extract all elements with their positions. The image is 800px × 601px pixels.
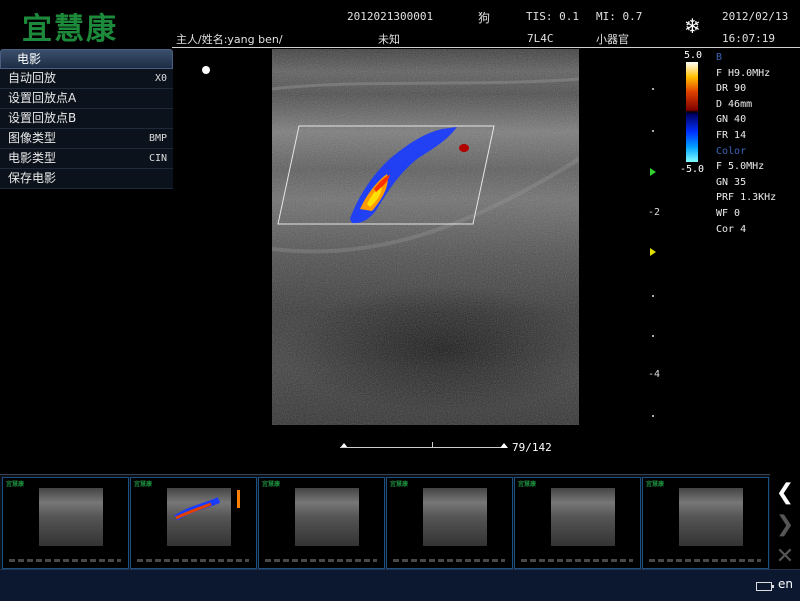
unknown-label: 未知 [378,33,400,46]
thumbnail-footer [393,559,505,562]
focus-marker [650,248,656,256]
b-param: DR 90 [716,83,747,95]
cine-slider[interactable] [340,447,506,448]
thumbnail-logo: 宜慧康 [6,481,25,488]
thumbnail-footer [265,559,377,562]
thumbnail-footer [9,559,121,562]
thumbnail-image [679,488,743,546]
color-velocity-bar [686,62,698,162]
app-logo: 宜慧康 [22,12,118,47]
menu-item-label: 保存电影 [8,171,57,185]
cine-end-marker[interactable] [500,443,508,448]
cine-menu: 电影 自动回放 X0 设置回放点A 设置回放点B 图像类型 BMP 电影类型 C… [0,49,173,189]
species-label: 狗 [478,11,491,25]
thumbnail-footer [521,559,633,562]
menu-item-value: CIN [148,153,167,164]
b-param: FR 14 [716,129,747,141]
thumbnail[interactable]: 宜慧康 [642,477,769,569]
b-param: GN 40 [716,114,747,126]
menu-item-cine-type[interactable]: 电影类型 CIN [0,149,173,169]
thumbnail-logo: 宜慧康 [646,481,665,488]
menu-item-label: 设置回放点A [8,91,77,105]
scale-tick [652,130,654,132]
depth-label: -2 [648,207,661,218]
color-param: GN 35 [716,176,747,188]
menu-item-label: 图像类型 [8,131,57,145]
menu-item-set-point-b[interactable]: 设置回放点B [0,109,173,129]
thumbnail-image [423,488,487,546]
cine-position-marker[interactable] [432,442,433,448]
thumbnail-next-button[interactable]: ❯ [772,512,798,537]
color-param: PRF 1.3KHz [716,192,777,204]
b-mode-params: B F H9.0MHz DR 90 D 46mm GN 40 FR 14 Col… [716,50,776,237]
thumbnail-strip: 宜慧康 宜慧康 宜慧康 宜慧康 宜慧康 宜慧康 [0,474,770,570]
preset-label: 小器官 [596,33,629,46]
menu-item-set-point-a[interactable]: 设置回放点A [0,89,173,109]
thumbnail-image [39,488,103,546]
speckle-texture [272,49,579,425]
menu-item-auto-playback[interactable]: 自动回放 X0 [0,69,173,89]
colorbar-max: 5.0 [684,50,703,61]
menu-item-value: BMP [148,133,167,144]
orientation-marker [202,66,210,74]
focus-marker [650,168,656,176]
mi-readout: MI: 0.7 [596,10,643,23]
menu-item-image-type[interactable]: 图像类型 BMP [0,129,173,149]
thumbnail-logo: 宜慧康 [518,481,537,488]
menu-item-label: 电影类型 [8,151,57,165]
b-param: F H9.0MHz [716,67,771,79]
thumbnail-logo: 宜慧康 [390,481,409,488]
color-param: Cor 4 [716,223,747,235]
snowflake-icon[interactable]: ❄ [684,14,701,38]
thumbnail-logo: 宜慧康 [262,481,281,488]
b-params-title: B [716,52,723,63]
status-bar [0,569,800,601]
date-readout: 2012/02/13 [722,10,789,23]
thumbnail[interactable]: 宜慧康 [2,477,129,569]
scale-tick [652,335,654,337]
menu-item-value: X0 [154,73,167,84]
owner-name: 主人/姓名:yang ben/ [176,33,283,46]
patient-id: 2012021300001 [347,10,434,23]
thumbnail-footer [137,559,249,562]
thumbnail-doppler [174,490,240,521]
tis-readout: TIS: 0.1 [526,10,579,23]
scale-tick [652,88,654,90]
menu-item-label: 自动回放 [8,71,57,85]
cine-frame-counter: 79/142 [512,441,552,454]
ultrasound-image[interactable] [272,49,579,425]
thumbnail[interactable]: 宜慧康 [258,477,385,569]
thumbnail-image [551,488,615,546]
menu-item-save-cine[interactable]: 保存电影 [0,169,173,189]
scale-tick [652,295,654,297]
doppler-overlay [272,49,579,425]
color-param: WF 0 [716,207,741,219]
color-param: F 5.0MHz [716,161,765,173]
b-param: D 46mm [716,98,753,110]
colorbar-min: -5.0 [680,164,705,175]
menu-item-label: 设置回放点B [8,111,77,125]
thumbnail-prev-button[interactable]: ❮ [772,480,798,505]
depth-label: -4 [648,369,661,380]
cine-menu-title: 电影 [0,49,173,69]
color-params-title: Color [716,145,747,157]
header-divider [172,47,800,48]
probe-label: 7L4C [527,32,554,45]
battery-icon [756,582,774,591]
thumbnail[interactable]: 宜慧康 [130,477,257,569]
thumbnail-footer [649,559,761,562]
thumbnail-image [295,488,359,546]
color-flow-spot [459,144,469,152]
thumbnail[interactable]: 宜慧康 [514,477,641,569]
time-readout: 16:07:19 [722,32,775,45]
thumbnail-close-button[interactable]: ✕ [772,544,798,569]
language-indicator[interactable]: en [778,577,793,591]
scale-tick [652,415,654,417]
thumbnail[interactable]: 宜慧康 [386,477,513,569]
